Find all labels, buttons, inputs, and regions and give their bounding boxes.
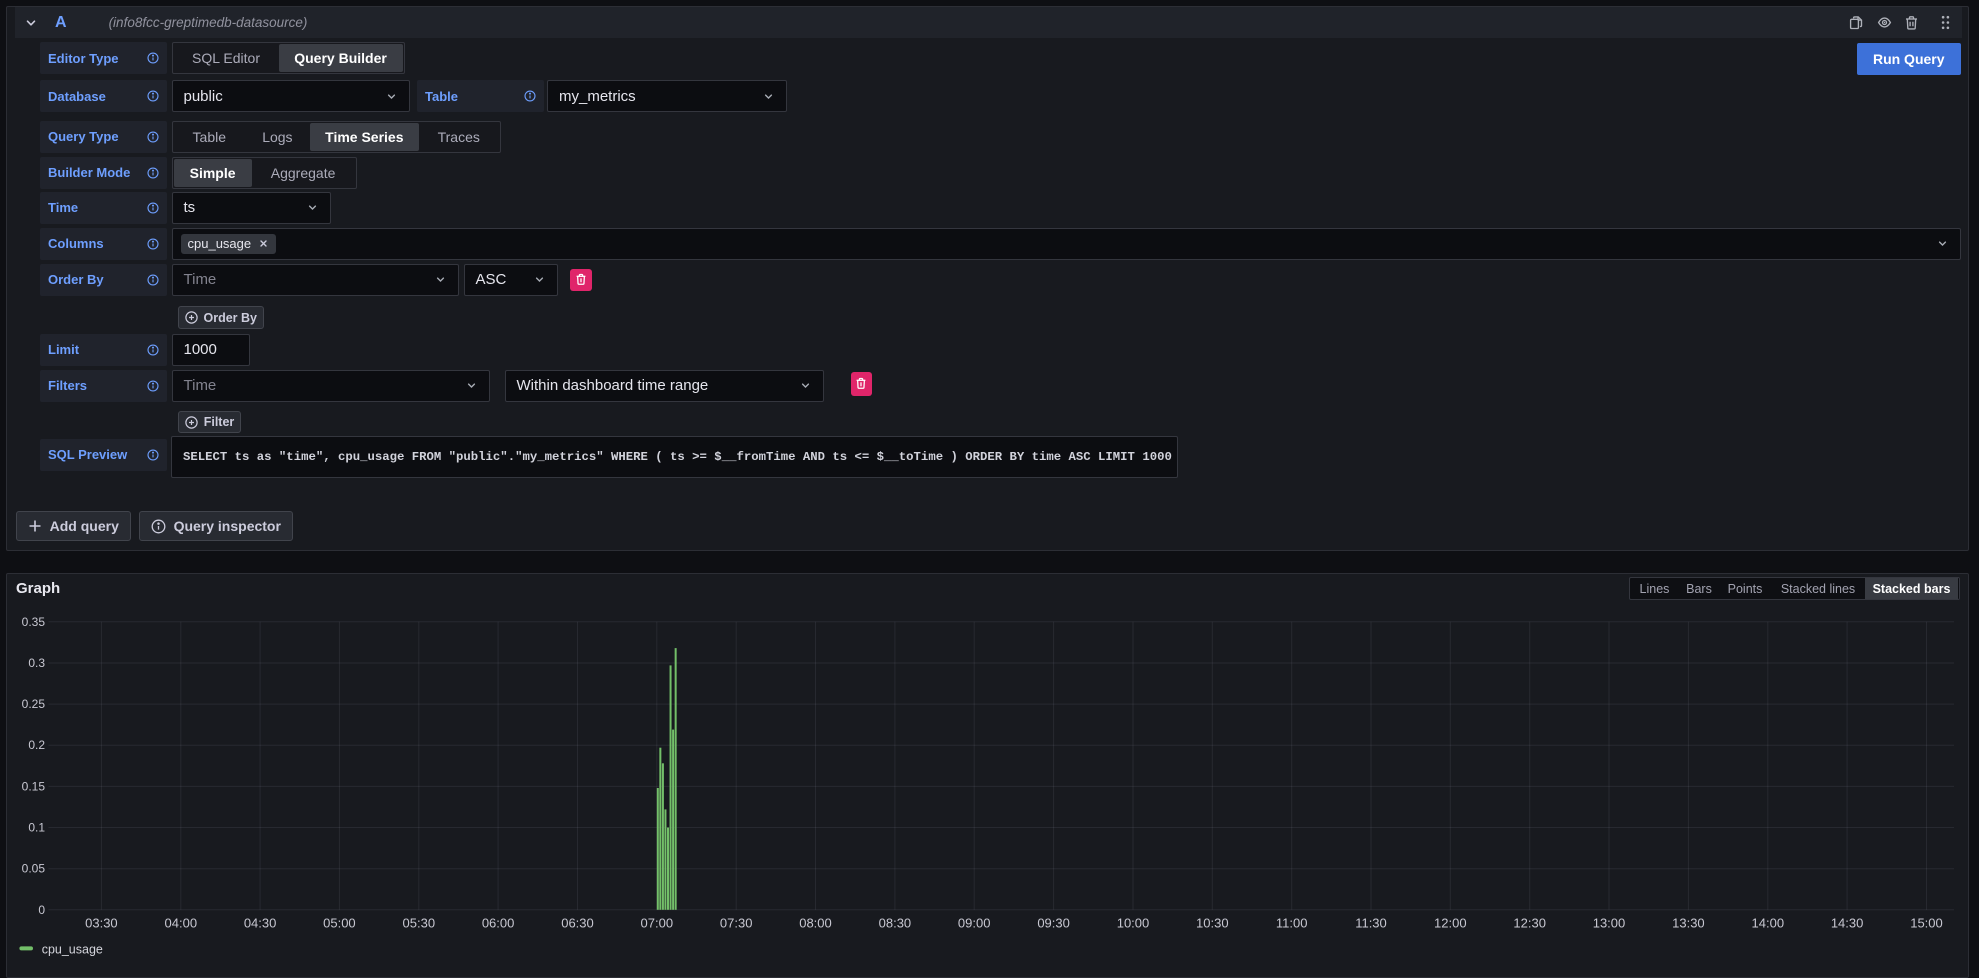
svg-text:0.05: 0.05 bbox=[22, 862, 46, 876]
svg-text:08:30: 08:30 bbox=[879, 916, 912, 931]
svg-text:0.15: 0.15 bbox=[22, 779, 46, 793]
svg-text:07:00: 07:00 bbox=[641, 916, 674, 931]
svg-text:13:30: 13:30 bbox=[1672, 916, 1705, 931]
svg-text:11:30: 11:30 bbox=[1355, 916, 1387, 931]
svg-text:15:00: 15:00 bbox=[1910, 916, 1943, 931]
svg-text:cpu_usage: cpu_usage bbox=[42, 943, 103, 957]
svg-text:11:00: 11:00 bbox=[1276, 916, 1308, 931]
svg-text:12:00: 12:00 bbox=[1434, 916, 1467, 931]
svg-text:0.25: 0.25 bbox=[22, 697, 46, 711]
svg-text:0.3: 0.3 bbox=[28, 656, 45, 670]
svg-text:05:00: 05:00 bbox=[323, 916, 356, 931]
svg-text:09:00: 09:00 bbox=[958, 916, 991, 931]
svg-text:14:00: 14:00 bbox=[1752, 916, 1785, 931]
svg-text:04:30: 04:30 bbox=[244, 916, 277, 931]
svg-text:07:30: 07:30 bbox=[720, 916, 753, 931]
svg-text:04:00: 04:00 bbox=[165, 916, 198, 931]
svg-text:09:30: 09:30 bbox=[1037, 916, 1070, 931]
svg-text:12:30: 12:30 bbox=[1513, 916, 1546, 931]
svg-text:05:30: 05:30 bbox=[403, 916, 436, 931]
svg-text:13:00: 13:00 bbox=[1593, 916, 1626, 931]
svg-text:0.35: 0.35 bbox=[22, 615, 46, 629]
svg-text:10:00: 10:00 bbox=[1117, 916, 1150, 931]
svg-text:14:30: 14:30 bbox=[1831, 916, 1864, 931]
svg-text:03:30: 03:30 bbox=[85, 916, 118, 931]
svg-text:0.1: 0.1 bbox=[28, 821, 45, 835]
svg-text:08:00: 08:00 bbox=[799, 916, 832, 931]
svg-text:06:30: 06:30 bbox=[561, 916, 594, 931]
svg-text:0: 0 bbox=[38, 903, 45, 917]
svg-text:0.2: 0.2 bbox=[28, 738, 45, 752]
svg-text:06:00: 06:00 bbox=[482, 916, 515, 931]
svg-text:10:30: 10:30 bbox=[1196, 916, 1229, 931]
